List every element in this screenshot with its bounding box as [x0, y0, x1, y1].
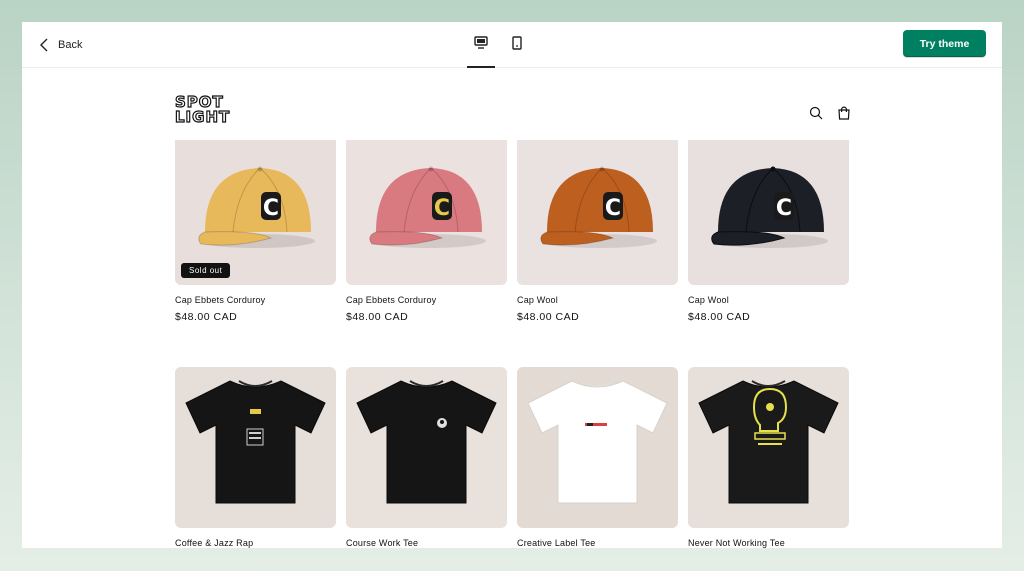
product-title[interactable]: Course Work Tee [346, 538, 418, 548]
cap-illustration: C [711, 166, 828, 248]
header-icons [808, 105, 852, 121]
cap-illustration: C [540, 166, 657, 248]
svg-text:C: C [263, 196, 279, 221]
logo-line-2: LIGHT [174, 108, 231, 126]
sold-out-badge: Sold out [181, 263, 231, 278]
store-logo[interactable]: SPOT LIGHT [174, 94, 249, 126]
product-card[interactable]: Coffee & Jazz Rap$36.00 CAD [175, 367, 336, 548]
desktop-view-button[interactable] [467, 22, 495, 68]
cart-icon[interactable] [836, 105, 852, 121]
cap-product-image[interactable]: C Sold out [175, 140, 336, 285]
device-toggle [467, 22, 539, 68]
svg-text:C: C [776, 196, 792, 221]
product-title[interactable]: Cap Wool [517, 295, 558, 305]
tee-illustration [527, 380, 668, 504]
product-title[interactable]: Creative Label Tee [517, 538, 595, 548]
mobile-view-button[interactable] [503, 22, 531, 68]
theme-preview-window: Back Try theme SPOT LIGHT C Sold out Cap… [22, 22, 1002, 548]
product-title[interactable]: Coffee & Jazz Rap [175, 538, 253, 548]
product-card[interactable]: Never Not Working Tee$36.00 CAD [688, 367, 849, 548]
svg-text:C: C [434, 196, 450, 221]
tee-product-image[interactable] [517, 367, 678, 528]
product-card[interactable]: Course Work Tee$36.00 CAD [346, 367, 507, 548]
tee-product-image[interactable] [346, 367, 507, 528]
product-price: $48.00 CAD [175, 311, 238, 323]
back-button[interactable]: Back [40, 35, 82, 55]
product-title[interactable]: Never Not Working Tee [688, 538, 785, 548]
cap-product-image[interactable]: C [688, 140, 849, 285]
cap-product-image[interactable]: C [517, 140, 678, 285]
product-card[interactable]: Creative Label Tee$48.00 CAD [517, 367, 678, 548]
product-card[interactable]: C Cap Wool $48.00 CAD [688, 140, 849, 323]
store-header: SPOT LIGHT [22, 69, 1002, 140]
chevron-left-icon [40, 38, 48, 52]
tee-product-image[interactable] [175, 367, 336, 528]
product-price: $48.00 CAD [517, 311, 580, 323]
product-title[interactable]: Cap Wool [688, 295, 729, 305]
cap-illustration: C [369, 166, 486, 248]
product-card[interactable]: C Sold out Cap Ebbets Corduroy $48.00 CAD [175, 140, 336, 323]
product-title[interactable]: Cap Ebbets Corduroy [346, 295, 436, 305]
cap-product-image[interactable]: C [346, 140, 507, 285]
product-price: $48.00 CAD [688, 311, 751, 323]
back-label: Back [58, 39, 83, 51]
tee-product-image[interactable] [688, 367, 849, 528]
product-card[interactable]: C Cap Ebbets Corduroy $48.00 CAD [346, 140, 507, 323]
svg-text:C: C [605, 196, 621, 221]
product-card[interactable]: C Cap Wool $48.00 CAD [517, 140, 678, 323]
desktop-icon [474, 36, 488, 54]
product-title[interactable]: Cap Ebbets Corduroy [175, 295, 265, 305]
preview-toolbar: Back Try theme [22, 22, 1002, 68]
tee-illustration [185, 380, 326, 504]
search-icon[interactable] [808, 105, 824, 121]
product-price: $48.00 CAD [346, 311, 409, 323]
tee-illustration [698, 380, 839, 504]
tee-illustration [356, 380, 497, 504]
mobile-icon [512, 35, 522, 55]
try-theme-button[interactable]: Try theme [903, 30, 986, 57]
